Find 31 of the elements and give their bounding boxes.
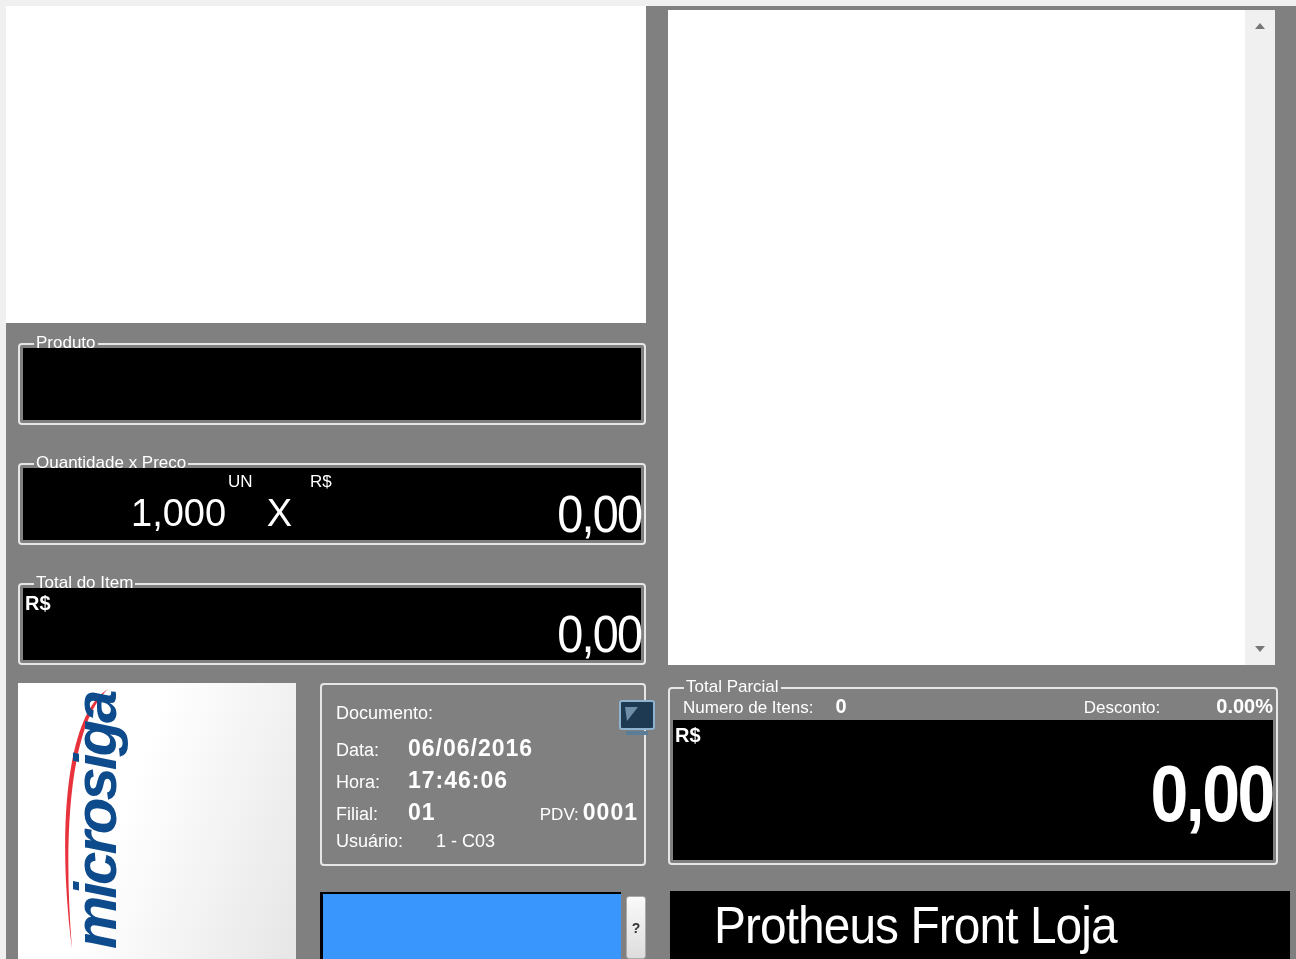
scroll-up-icon[interactable] bbox=[1254, 22, 1266, 30]
info-label: Data: bbox=[336, 740, 381, 761]
item-total-value: 0,00 bbox=[557, 608, 641, 660]
help-button[interactable]: ? bbox=[626, 896, 646, 959]
partial-total-value: 0,00 bbox=[1150, 754, 1273, 834]
items-count-value: 0 bbox=[835, 696, 847, 716]
info-value: 0001 bbox=[582, 799, 638, 826]
logo: microsiga bbox=[62, 689, 129, 949]
info-value: 1 - C03 bbox=[436, 831, 496, 852]
info-label: Usuário: bbox=[336, 831, 405, 852]
price-value: 0,00 bbox=[557, 488, 641, 540]
currency-label: R$ bbox=[25, 592, 51, 615]
discount-label: Desconto: bbox=[1083, 699, 1161, 716]
info-label: Documento: bbox=[336, 703, 434, 724]
info-label: Filial: bbox=[336, 804, 379, 825]
currency-label: R$ bbox=[310, 472, 332, 492]
info-value: 01 bbox=[408, 799, 436, 826]
items-count-label: Numero de Itens: bbox=[683, 699, 814, 716]
info-label: Hora: bbox=[336, 772, 381, 793]
info-value: 06/06/2016 bbox=[408, 735, 534, 762]
info-label: PDV: bbox=[539, 806, 579, 823]
times-sign: X bbox=[266, 494, 292, 532]
discount-value: 0.00% bbox=[1216, 696, 1273, 716]
input-field[interactable] bbox=[320, 892, 622, 959]
info-value: 17:46:06 bbox=[408, 767, 509, 794]
scroll-down-icon[interactable] bbox=[1254, 645, 1266, 653]
quantity-value: 1,000 bbox=[131, 494, 227, 532]
scrollbar[interactable] bbox=[1245, 10, 1275, 665]
unit-label: UN bbox=[228, 472, 253, 492]
currency-label: R$ bbox=[675, 724, 701, 747]
banner-text: Protheus Front Loja bbox=[714, 895, 1117, 955]
